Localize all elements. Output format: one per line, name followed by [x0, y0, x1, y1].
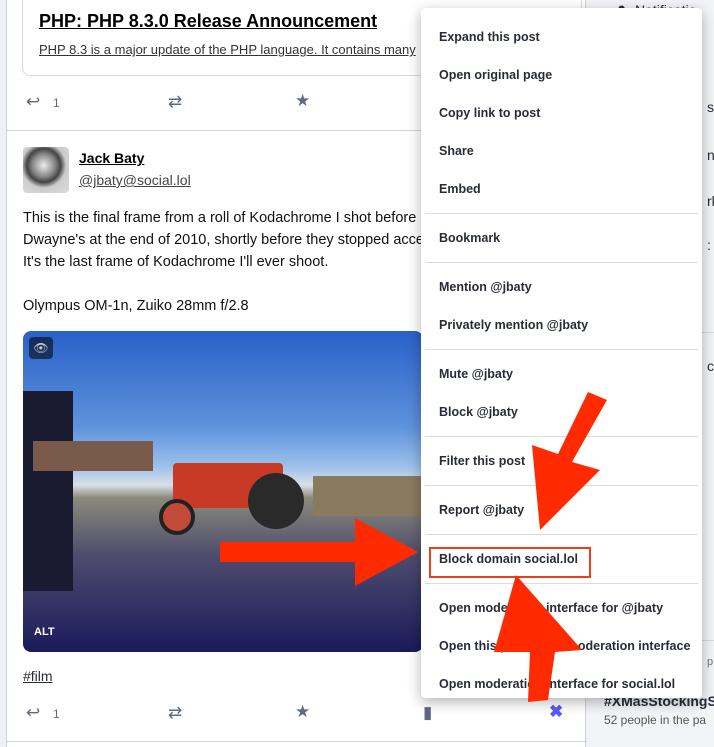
- menu-divider: [425, 436, 698, 437]
- post-image[interactable]: 👁 ALT: [23, 331, 423, 652]
- menu-divider: [425, 485, 698, 486]
- menu-item-mute[interactable]: Mute @jbaty: [421, 355, 702, 393]
- menu-divider: [425, 349, 698, 350]
- author-handle[interactable]: @jbaty@social.lol: [79, 172, 191, 188]
- menu-item-bookmark[interactable]: Bookmark: [421, 219, 702, 257]
- trend-meta: p: [707, 656, 714, 668]
- reply-icon[interactable]: ↩: [26, 703, 40, 723]
- shed-shape: [33, 441, 153, 471]
- divider: [7, 741, 587, 742]
- reply-icon[interactable]: ↩: [26, 92, 40, 112]
- tractor-wheel: [248, 473, 304, 529]
- menu-item-open-original[interactable]: Open original page: [421, 56, 702, 94]
- menu-divider: [425, 534, 698, 535]
- hide-media-icon[interactable]: 👁: [29, 337, 53, 359]
- reply-count: 1: [53, 707, 60, 721]
- post-actions-menu: Expand this post Open original page Copy…: [421, 8, 702, 698]
- menu-item-embed[interactable]: Embed: [421, 170, 702, 208]
- sidebar-item[interactable]: s: [707, 99, 714, 115]
- menu-item-moderate-domain[interactable]: Open moderation interface for social.lol: [421, 665, 702, 703]
- menu-item-copy-link[interactable]: Copy link to post: [421, 94, 702, 132]
- menu-item-moderate-post[interactable]: Open this post in the moderation interfa…: [421, 627, 702, 665]
- menu-divider: [425, 583, 698, 584]
- menu-item-report[interactable]: Report @jbaty: [421, 491, 702, 529]
- boost-icon[interactable]: ⇄: [168, 92, 182, 112]
- favourite-icon[interactable]: ★: [295, 91, 310, 111]
- menu-item-moderate-account[interactable]: Open moderation interface for @jbaty: [421, 589, 702, 627]
- bookmark-icon[interactable]: ▮: [423, 703, 432, 723]
- favourite-icon[interactable]: ★: [295, 702, 310, 722]
- menu-item-block[interactable]: Block @jbaty: [421, 393, 702, 431]
- author-name[interactable]: Jack Baty: [79, 150, 144, 166]
- menu-item-block-domain[interactable]: Block domain social.lol: [421, 540, 702, 578]
- highlight-box: [429, 547, 591, 578]
- avatar[interactable]: [23, 147, 69, 193]
- barn-shape: [23, 391, 73, 591]
- more-close-icon[interactable]: ✖: [549, 702, 563, 722]
- menu-divider: [425, 262, 698, 263]
- alt-badge[interactable]: ALT: [29, 623, 60, 641]
- menu-divider: [425, 213, 698, 214]
- menu-item-share[interactable]: Share: [421, 132, 702, 170]
- sidebar-item[interactable]: ce: [707, 358, 714, 374]
- trend-meta: 52 people in the pa: [604, 713, 707, 727]
- menu-item-mention[interactable]: Mention @jbaty: [421, 268, 702, 306]
- reply-count: 1: [53, 96, 60, 110]
- wagon-shape: [313, 476, 423, 516]
- sidebar-item[interactable]: rks: [707, 193, 714, 209]
- menu-item-private-mention[interactable]: Privately mention @jbaty: [421, 306, 702, 344]
- menu-item-expand[interactable]: Expand this post: [421, 18, 702, 56]
- sidebar-item[interactable]: ne: [707, 147, 714, 163]
- boost-icon[interactable]: ⇄: [168, 703, 182, 723]
- hashtag-link[interactable]: #film: [23, 668, 53, 684]
- tractor-wheel: [159, 499, 195, 535]
- menu-item-filter[interactable]: Filter this post: [421, 442, 702, 480]
- sidebar-item: :: [707, 237, 711, 253]
